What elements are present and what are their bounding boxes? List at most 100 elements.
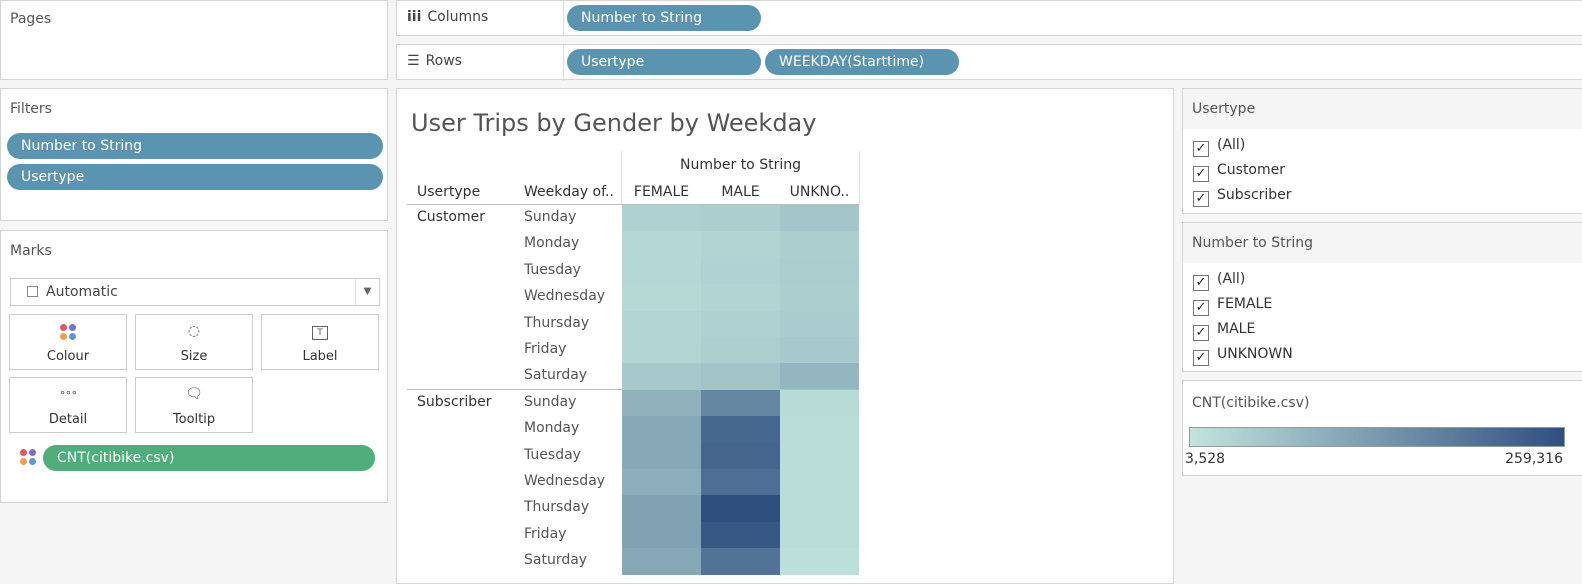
weekday-row-label: Thursday (524, 499, 590, 516)
heatmap-cell[interactable] (780, 284, 859, 312)
rows-pill-weekday[interactable]: WEEKDAY(Starttime) (765, 49, 959, 75)
weekday-row-label: Tuesday (524, 261, 581, 278)
color-legend-min: 3,528 (1185, 451, 1226, 467)
weekday-row-label: Wednesday (524, 473, 606, 489)
heatmap-cell[interactable] (701, 416, 780, 444)
heatmap-cell[interactable] (622, 495, 701, 523)
weekday-row-label: Wednesday (524, 288, 606, 305)
heatmap-cell[interactable] (622, 257, 701, 285)
usertype-header: Usertype (417, 184, 481, 200)
filter-pill-number-to-string[interactable]: Number to String (7, 133, 383, 159)
column-group-header: Number to String (680, 157, 801, 173)
marks-field-pill[interactable]: CNT(citibike.csv) (43, 445, 375, 471)
weekday-row-label: Sunday (524, 393, 577, 410)
heatmap-cell[interactable] (622, 231, 701, 259)
heatmap-cell[interactable] (701, 495, 780, 523)
checkbox-icon: ✓ (1193, 166, 1209, 182)
usertype-row-label: Customer (417, 209, 486, 225)
heatmap-cell[interactable] (701, 521, 780, 549)
filters-title: Filters (10, 101, 52, 117)
heatmap-cell[interactable] (622, 363, 701, 391)
heatmap-cell[interactable] (780, 442, 859, 470)
heatmap-cell[interactable] (780, 231, 859, 259)
checkbox-icon: ✓ (1193, 141, 1209, 157)
weekday-row-label: Friday (524, 341, 567, 357)
heatmap-cell[interactable] (622, 284, 701, 312)
gender-option-all[interactable]: ✓ (All) (1193, 268, 1245, 291)
heatmap-cell[interactable] (622, 548, 701, 576)
heatmap-cell[interactable] (622, 469, 701, 496)
heatmap-cell[interactable] (701, 284, 780, 312)
checkbox-icon: ✓ (1193, 300, 1209, 316)
heatmap-cell[interactable] (780, 389, 859, 417)
heatmap-cell[interactable] (701, 389, 780, 417)
heatmap-cell[interactable] (622, 416, 701, 444)
mark-type-icon (27, 286, 38, 297)
heatmap-cell[interactable] (701, 231, 780, 259)
tooltip-button[interactable]: 🗨 Tooltip (135, 377, 253, 433)
colour-button[interactable]: Colour (9, 314, 127, 370)
group-separator (407, 388, 859, 390)
dropdown-arrow-icon: ▼ (355, 279, 379, 305)
heatmap-cell[interactable] (780, 337, 859, 364)
color-legend-max: 259,316 (1505, 451, 1563, 467)
tooltip-icon: 🗨 (185, 386, 203, 402)
weekday-header: Weekday of.. (524, 184, 614, 200)
weekday-row-label: Monday (524, 235, 580, 252)
weekday-row-label: Thursday (524, 314, 590, 331)
heatmap-cell[interactable] (622, 389, 701, 417)
gender-column-header: UNKNO.. (789, 184, 850, 200)
columns-pill-number-to-string[interactable]: Number to String (567, 5, 761, 31)
size-icon: ◌ (187, 323, 201, 339)
heatmap-cell[interactable] (780, 363, 859, 391)
heatmap-cell[interactable] (780, 257, 859, 285)
heatmap-cell[interactable] (622, 205, 701, 232)
gender-option-unknown[interactable]: ✓ UNKNOWN (1193, 343, 1293, 366)
gender-filter-card: Number to String ✓ (All) ✓ FEMALE ✓ MALE ✓ U… (1182, 222, 1582, 372)
gender-option-male[interactable]: ✓ MALE (1193, 318, 1255, 341)
heatmap-cell[interactable] (701, 310, 780, 338)
heatmap-cell[interactable] (701, 337, 780, 364)
heatmap-cell[interactable] (622, 310, 701, 338)
heatmap-cell[interactable] (780, 416, 859, 444)
heatmap-cell[interactable] (701, 469, 780, 496)
weekday-row-label: Friday (524, 525, 567, 542)
heatmap-cell[interactable] (701, 442, 780, 470)
rows-shelf: ☰ Rows Usertype WEEKDAY(Starttime) (396, 44, 1582, 81)
size-button[interactable]: ◌ Size (135, 314, 253, 370)
usertype-option-all[interactable]: ✓ (All) (1193, 134, 1245, 157)
header-left-border (621, 151, 622, 205)
usertype-option-customer[interactable]: ✓ Customer (1193, 159, 1285, 182)
heatmap-cell[interactable] (780, 205, 859, 232)
label-button[interactable]: T Label (261, 314, 379, 370)
heatmap-cell[interactable] (701, 548, 780, 576)
usertype-option-subscriber[interactable]: ✓ Subscriber (1193, 184, 1292, 207)
gender-option-female[interactable]: ✓ FEMALE (1193, 293, 1272, 316)
weekday-row-label: Sunday (524, 209, 577, 225)
columns-shelf-label: iii Columns (407, 9, 489, 25)
gender-column-header: MALE (721, 184, 760, 200)
heatmap-cell[interactable] (780, 469, 859, 496)
heatmap-cell[interactable] (622, 521, 701, 549)
detail-button[interactable]: ∘∘∘ Detail (9, 377, 127, 433)
header-right-border (859, 151, 860, 205)
colour-field-icon (19, 448, 37, 466)
heatmap-cell[interactable] (780, 495, 859, 523)
mark-type-select[interactable]: Automatic ▼ (10, 278, 380, 306)
usertype-filter-title: Usertype (1192, 101, 1256, 117)
usertype-filter-header: Usertype (1183, 89, 1582, 129)
checkbox-icon: ✓ (1193, 325, 1209, 341)
pages-panel: Pages (0, 0, 388, 80)
filter-pill-usertype[interactable]: Usertype (7, 164, 383, 190)
heatmap-cell[interactable] (622, 442, 701, 470)
heatmap-cell[interactable] (622, 337, 701, 364)
heatmap-cell[interactable] (780, 548, 859, 576)
heatmap-cell[interactable] (780, 310, 859, 338)
rows-pill-usertype[interactable]: Usertype (567, 49, 761, 75)
checkbox-icon: ✓ (1193, 350, 1209, 366)
heatmap-cell[interactable] (701, 205, 780, 232)
heatmap-cell[interactable] (780, 521, 859, 549)
heatmap-cell[interactable] (701, 363, 780, 391)
detail-icon: ∘∘∘ (59, 386, 78, 399)
heatmap-cell[interactable] (701, 257, 780, 285)
